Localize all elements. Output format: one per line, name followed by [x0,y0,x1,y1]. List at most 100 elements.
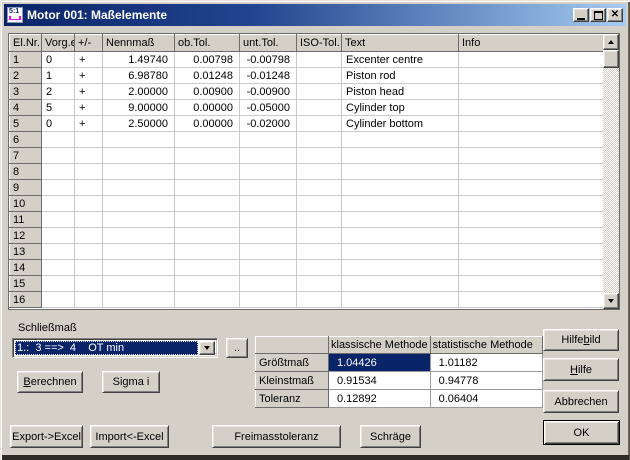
grid-cell[interactable]: -0.00798 [240,52,297,68]
row-number-cell[interactable]: 16 [10,292,42,308]
grid-cell[interactable] [459,228,604,244]
results-value-cell[interactable]: 1.01182 [430,354,542,372]
grid-cell[interactable] [459,244,604,260]
row-number-cell[interactable]: 9 [10,180,42,196]
row-number-cell[interactable]: 8 [10,164,42,180]
grid-cell[interactable] [240,292,297,308]
grid-cell[interactable] [75,212,103,228]
grid-cell[interactable] [42,132,75,148]
column-header[interactable]: Text [342,35,459,52]
grid-cell[interactable] [75,148,103,164]
column-header[interactable]: El.Nr. [10,35,42,52]
grid-cell[interactable] [103,164,175,180]
grid-cell[interactable] [42,260,75,276]
grid-cell[interactable]: + [75,84,103,100]
grid-cell[interactable] [342,196,459,212]
grid-cell[interactable] [297,244,342,260]
grid-cell[interactable] [75,228,103,244]
grid-cell[interactable] [240,212,297,228]
grid-cell[interactable] [75,180,103,196]
results-value-cell[interactable]: 0.12892 [329,390,431,408]
column-header[interactable]: ob.Tol. [175,35,240,52]
grid-cell[interactable] [297,180,342,196]
grid-cell[interactable]: 6.98780 [103,68,175,84]
grid-cell[interactable]: 0 [42,52,75,68]
grid-cell[interactable]: 1.49740 [103,52,175,68]
grid-cell[interactable]: 5 [42,100,75,116]
grid-cell[interactable]: 0.00000 [175,116,240,132]
grid-cell[interactable] [297,116,342,132]
grid-cell[interactable] [342,212,459,228]
grid-cell[interactable]: 0 [42,116,75,132]
grid-cell[interactable]: 0.01248 [175,68,240,84]
grid-cell[interactable] [297,52,342,68]
grid-cell[interactable] [42,196,75,212]
sigma-i-button[interactable]: Sigma i [102,371,160,393]
grid-cell[interactable] [297,84,342,100]
schliessmass-combobox[interactable]: 1.: 3 ==> 4 OT min [12,338,218,358]
grid-cell[interactable] [75,276,103,292]
grid-cell[interactable]: Cylinder bottom [342,116,459,132]
grid-cell[interactable] [240,196,297,212]
grid-cell[interactable] [103,212,175,228]
grid-cell[interactable] [459,68,604,84]
grid-cell[interactable] [42,164,75,180]
grid-cell[interactable] [459,148,604,164]
grid-cell[interactable]: 2.50000 [103,116,175,132]
column-header[interactable]: ISO-Tol. [297,35,342,52]
grid-cell[interactable] [240,260,297,276]
grid-cell[interactable] [42,276,75,292]
grid-cell[interactable] [342,164,459,180]
combobox-dropdown-button[interactable] [199,341,215,355]
row-number-cell[interactable]: 12 [10,228,42,244]
row-number-cell[interactable]: 6 [10,132,42,148]
grid-cell[interactable]: 2.00000 [103,84,175,100]
grid-cell[interactable] [240,276,297,292]
grid-cell[interactable] [75,260,103,276]
grid-cell[interactable] [175,212,240,228]
grid-cell[interactable] [342,132,459,148]
grid-cell[interactable]: -0.00900 [240,84,297,100]
grid-cell[interactable] [75,292,103,308]
grid-cell[interactable]: Excenter centre [342,52,459,68]
grid-cell[interactable] [297,132,342,148]
row-number-cell[interactable]: 10 [10,196,42,212]
grid-cell[interactable] [342,244,459,260]
row-number-cell[interactable]: 11 [10,212,42,228]
grid-cell[interactable] [175,244,240,260]
grid-cell[interactable] [342,260,459,276]
grid-cell[interactable] [103,196,175,212]
grid-cell[interactable]: Cylinder top [342,100,459,116]
grid-cell[interactable] [175,196,240,212]
results-value-cell[interactable]: 0.06404 [430,390,542,408]
grid-cell[interactable] [297,212,342,228]
grid-cell[interactable] [297,100,342,116]
results-value-cell[interactable]: 0.94778 [430,372,542,390]
grid-cell[interactable] [103,180,175,196]
grid-cell[interactable] [297,292,342,308]
grid-cell[interactable] [459,132,604,148]
grid-cell[interactable] [75,164,103,180]
minimize-button[interactable] [573,8,589,22]
grid-cell[interactable] [342,292,459,308]
grid-cell[interactable] [175,292,240,308]
grid-cell[interactable]: -0.05000 [240,100,297,116]
grid-cell[interactable] [459,52,604,68]
grid-cell[interactable]: -0.01248 [240,68,297,84]
grid-cell[interactable] [175,228,240,244]
hilfebild-button[interactable]: Hilfebild [543,329,619,351]
grid-cell[interactable] [297,164,342,180]
column-header[interactable]: Info [459,35,604,52]
row-number-cell[interactable]: 14 [10,260,42,276]
column-header[interactable]: Nennmaß [103,35,175,52]
column-header[interactable]: Vorg.el. [42,35,75,52]
vertical-scrollbar[interactable] [603,34,619,309]
grid-cell[interactable]: 0.00798 [175,52,240,68]
grid-cell[interactable]: Piston head [342,84,459,100]
grid-cell[interactable] [459,180,604,196]
grid-cell[interactable] [240,132,297,148]
grid-cell[interactable]: + [75,68,103,84]
maximize-button[interactable] [590,8,606,22]
row-number-cell[interactable]: 13 [10,244,42,260]
grid-cell[interactable] [175,148,240,164]
